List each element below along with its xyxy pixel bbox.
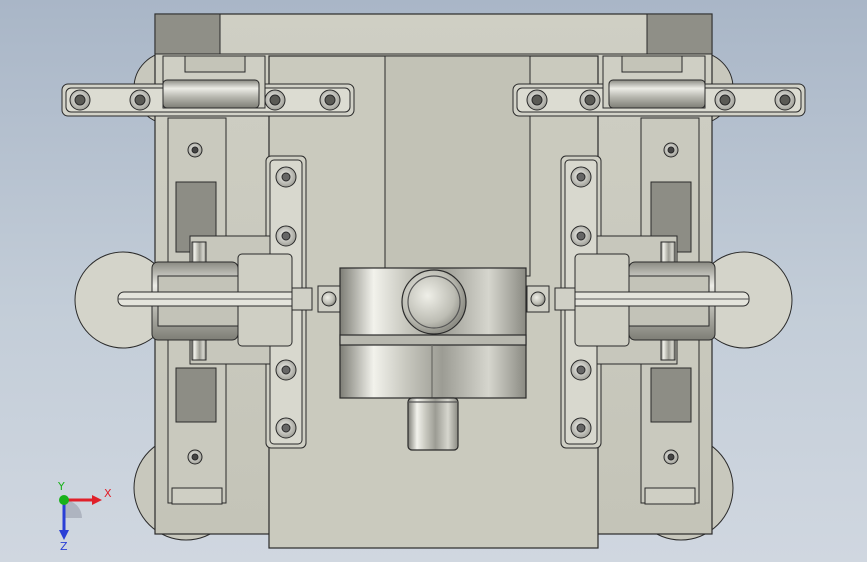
left-small-knob: [317, 285, 341, 313]
top-right-block: [646, 13, 713, 55]
right-clamp-assembly: [554, 235, 793, 365]
left-clamp-assembly: [74, 235, 313, 365]
cad-viewport[interactable]: X Y Z: [0, 0, 867, 562]
y-axis-label: Y: [57, 480, 65, 493]
axis-triad: X Y Z: [57, 480, 112, 550]
center-shaft: [407, 397, 459, 451]
right-bar-clamp: [602, 55, 706, 109]
left-bar-clamp: [162, 55, 266, 109]
z-axis-label: Z: [60, 540, 68, 550]
top-left-block: [154, 13, 221, 55]
fixture-model[interactable]: [0, 0, 867, 562]
center-slab-face: [384, 55, 531, 277]
center-cylinder: [339, 267, 527, 399]
y-axis: [59, 495, 69, 505]
right-small-knob: [526, 285, 550, 313]
x-axis-label: X: [104, 487, 112, 500]
